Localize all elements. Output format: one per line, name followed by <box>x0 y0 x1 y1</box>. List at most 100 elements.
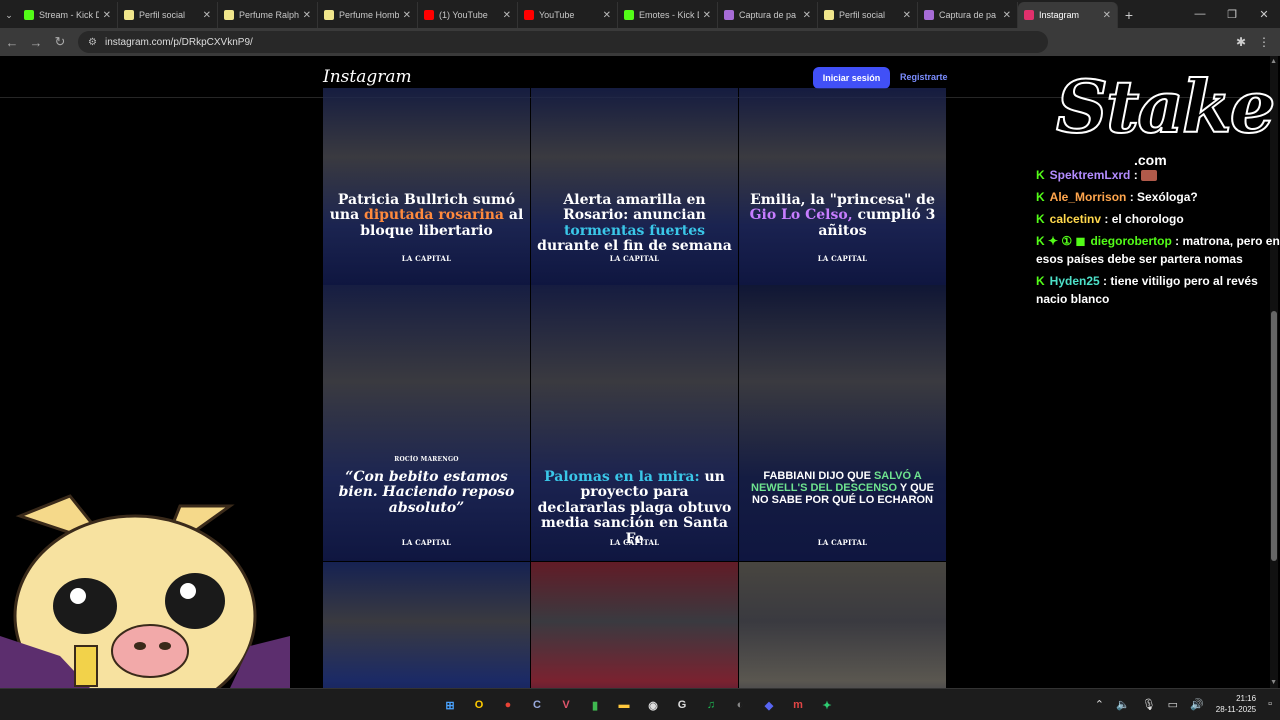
new-tab-button[interactable]: + <box>1118 2 1140 28</box>
browser-tab[interactable]: Captura de pa ✕ <box>918 2 1018 28</box>
spotify-icon[interactable]: ♫ <box>701 695 721 715</box>
browser-tab[interactable]: YouTube ✕ <box>518 2 618 28</box>
chat-username: Ale_Morrison <box>1049 190 1127 204</box>
caption-segment: tormentas fuertes <box>563 222 706 239</box>
post-tile[interactable] <box>323 562 530 688</box>
browser-tab[interactable]: Stream - Kick D ✕ <box>18 2 118 28</box>
file-explorer-icon[interactable]: ▬ <box>614 695 634 715</box>
post-tile[interactable] <box>531 562 738 688</box>
app-v-icon[interactable]: V <box>556 695 576 715</box>
signup-link[interactable]: Registrarte <box>900 72 948 82</box>
post-brand-logo: LA CAPITAL <box>609 254 660 263</box>
browser-tab[interactable]: Instagram ✕ <box>1018 2 1118 28</box>
scrollbar-thumb[interactable] <box>1271 311 1277 561</box>
windows-start-icon[interactable]: ⊞ <box>440 695 460 715</box>
post-tile[interactable]: Alerta amarilla en Rosario: anuncian tor… <box>531 88 738 285</box>
clock[interactable]: 21:16 28-11-2025 <box>1216 693 1256 715</box>
chat-message: Kcalcetinv : el chorologo <box>1036 212 1184 226</box>
tab-close-icon[interactable]: ✕ <box>103 10 111 21</box>
tab-close-icon[interactable]: ✕ <box>803 10 811 21</box>
volume-icon[interactable]: 🔈 <box>1116 698 1130 711</box>
clock-time: 21:16 <box>1236 694 1257 703</box>
app-dark-icon[interactable]: ◐ <box>730 695 750 715</box>
tab-label: Perfil social <box>839 10 886 20</box>
address-bar[interactable]: ⚙ instagram.com/p/DRkpCXVknP9/ <box>78 31 1048 53</box>
tab-label: YouTube <box>539 10 575 20</box>
tray-chevron-icon[interactable]: ⌃ <box>1095 698 1104 711</box>
tab-favicon-icon <box>324 10 334 20</box>
post-tile[interactable]: “Con bebito estamos bien. Haciendo repos… <box>323 285 530 561</box>
extensions-icon[interactable]: ✱ <box>1236 35 1246 49</box>
tab-close-icon[interactable]: ✕ <box>703 10 711 21</box>
discord-icon[interactable]: ◆ <box>759 695 779 715</box>
caption-segment: Gio Lo Celso, <box>749 207 853 224</box>
stream-chat-overlay: K SpektremLxrd : K Ale_Morrison : Sexóloga… <box>1036 166 1280 312</box>
tab-close-icon[interactable]: ✕ <box>603 10 611 21</box>
browser-tab[interactable]: Perfil social ✕ <box>118 2 218 28</box>
browser-tab[interactable]: Emotes - Kick D ✕ <box>618 2 718 28</box>
chat-message: K ✦ ① ◼ diegorobertop : matrona, pero en … <box>1036 234 1280 266</box>
post-tile[interactable]: Palomas en la mira: un proyecto para dec… <box>531 285 738 561</box>
tab-close-icon[interactable]: ✕ <box>903 10 911 21</box>
github-icon[interactable]: G <box>672 695 692 715</box>
maximize-icon[interactable]: ❐ <box>1216 0 1248 28</box>
opera-icon[interactable]: O <box>469 695 489 715</box>
tab-favicon-icon <box>224 10 234 20</box>
browser-tab[interactable]: Captura de pa ✕ <box>718 2 818 28</box>
network-icon[interactable]: ▭ <box>1168 698 1178 711</box>
site-info-icon[interactable]: ⚙ <box>88 37 97 48</box>
forward-icon[interactable]: → <box>24 35 48 50</box>
instagram-logo[interactable]: Instagram <box>323 67 412 87</box>
chrome-icon[interactable]: ● <box>498 695 518 715</box>
app-green-icon[interactable]: ✦ <box>817 695 837 715</box>
login-button[interactable]: Iniciar sesión <box>813 67 890 89</box>
chat-badge-icon: K <box>1036 212 1045 226</box>
browser-tab[interactable]: Perfume Homb ✕ <box>318 2 418 28</box>
chat-username: Hyden25 <box>1049 274 1100 288</box>
caption-segment: diputada rosarina <box>364 207 504 224</box>
tab-close-icon[interactable]: ✕ <box>503 10 511 21</box>
chat-username: SpektremLxrd <box>1049 168 1131 182</box>
close-window-icon[interactable]: ✕ <box>1248 0 1280 28</box>
tab-favicon-icon <box>124 10 134 20</box>
tab-close-icon[interactable]: ✕ <box>1103 10 1111 21</box>
post-tile[interactable]: FABBIANI DIJO QUE SALVÓ A NEWELL'S DEL D… <box>739 285 946 561</box>
caption-segment: FABBIANI DIJO QUE <box>763 470 874 482</box>
browser-tab[interactable]: Perfume Ralph ✕ <box>218 2 318 28</box>
caption-segment: durante el fin de semana <box>537 238 732 255</box>
app-b-icon[interactable]: ▮ <box>585 695 605 715</box>
minimize-icon[interactable]: — <box>1184 0 1216 28</box>
tab-label: Stream - Kick D <box>39 10 99 20</box>
post-caption: Patricia Bullrich sumó una diputada rosa… <box>329 192 524 239</box>
post-caption: Alerta amarilla en Rosario: anuncian tor… <box>537 192 732 255</box>
tab-close-icon[interactable]: ✕ <box>403 10 411 21</box>
scroll-down-arrow-icon[interactable]: ▼ <box>1270 679 1277 686</box>
app-m-icon[interactable]: m <box>788 695 808 715</box>
post-tile[interactable]: Emilia, la "princesa" de Gio Lo Celso, c… <box>739 88 946 285</box>
back-icon[interactable]: ← <box>0 35 24 50</box>
caption-segment: Palomas en la mira: <box>544 469 700 485</box>
chat-message: K SpektremLxrd : <box>1036 166 1280 184</box>
speaker-icon[interactable]: 🔊 <box>1190 698 1204 711</box>
browser-tab-bar: ⌄ Stream - Kick D ✕ Perfil social ✕ Perfume … <box>0 0 1280 28</box>
post-caption: Emilia, la "princesa" de Gio Lo Celso, c… <box>745 192 940 239</box>
notifications-icon[interactable]: ▫ <box>1268 698 1272 710</box>
mic-icon[interactable]: 🎙 <box>1142 698 1156 711</box>
post-tile[interactable] <box>739 562 946 688</box>
obs-icon[interactable]: ◉ <box>643 695 663 715</box>
app-c-icon[interactable]: C <box>527 695 547 715</box>
tab-search-icon[interactable]: ⌄ <box>0 2 18 28</box>
browser-tab[interactable]: (1) YouTube ✕ <box>418 2 518 28</box>
reload-icon[interactable]: ↻ <box>48 34 72 50</box>
menu-icon[interactable]: ⋮ <box>1258 35 1270 49</box>
browser-tab[interactable]: Perfil social ✕ <box>818 2 918 28</box>
tab-label: Perfil social <box>139 10 186 20</box>
tab-close-icon[interactable]: ✕ <box>303 10 311 21</box>
tab-close-icon[interactable]: ✕ <box>1003 10 1011 21</box>
tab-close-icon[interactable]: ✕ <box>203 10 211 21</box>
system-tray: ⌃ 🔈 🎙 ▭ 🔊 21:16 28-11-2025 ▫ <box>1095 693 1272 715</box>
post-tile[interactable]: Patricia Bullrich sumó una diputada rosa… <box>323 88 530 285</box>
chat-username: diegorobertop <box>1090 234 1172 248</box>
chat-username: calcetinv <box>1049 212 1102 226</box>
chat-badge-icon: K <box>1036 168 1045 182</box>
